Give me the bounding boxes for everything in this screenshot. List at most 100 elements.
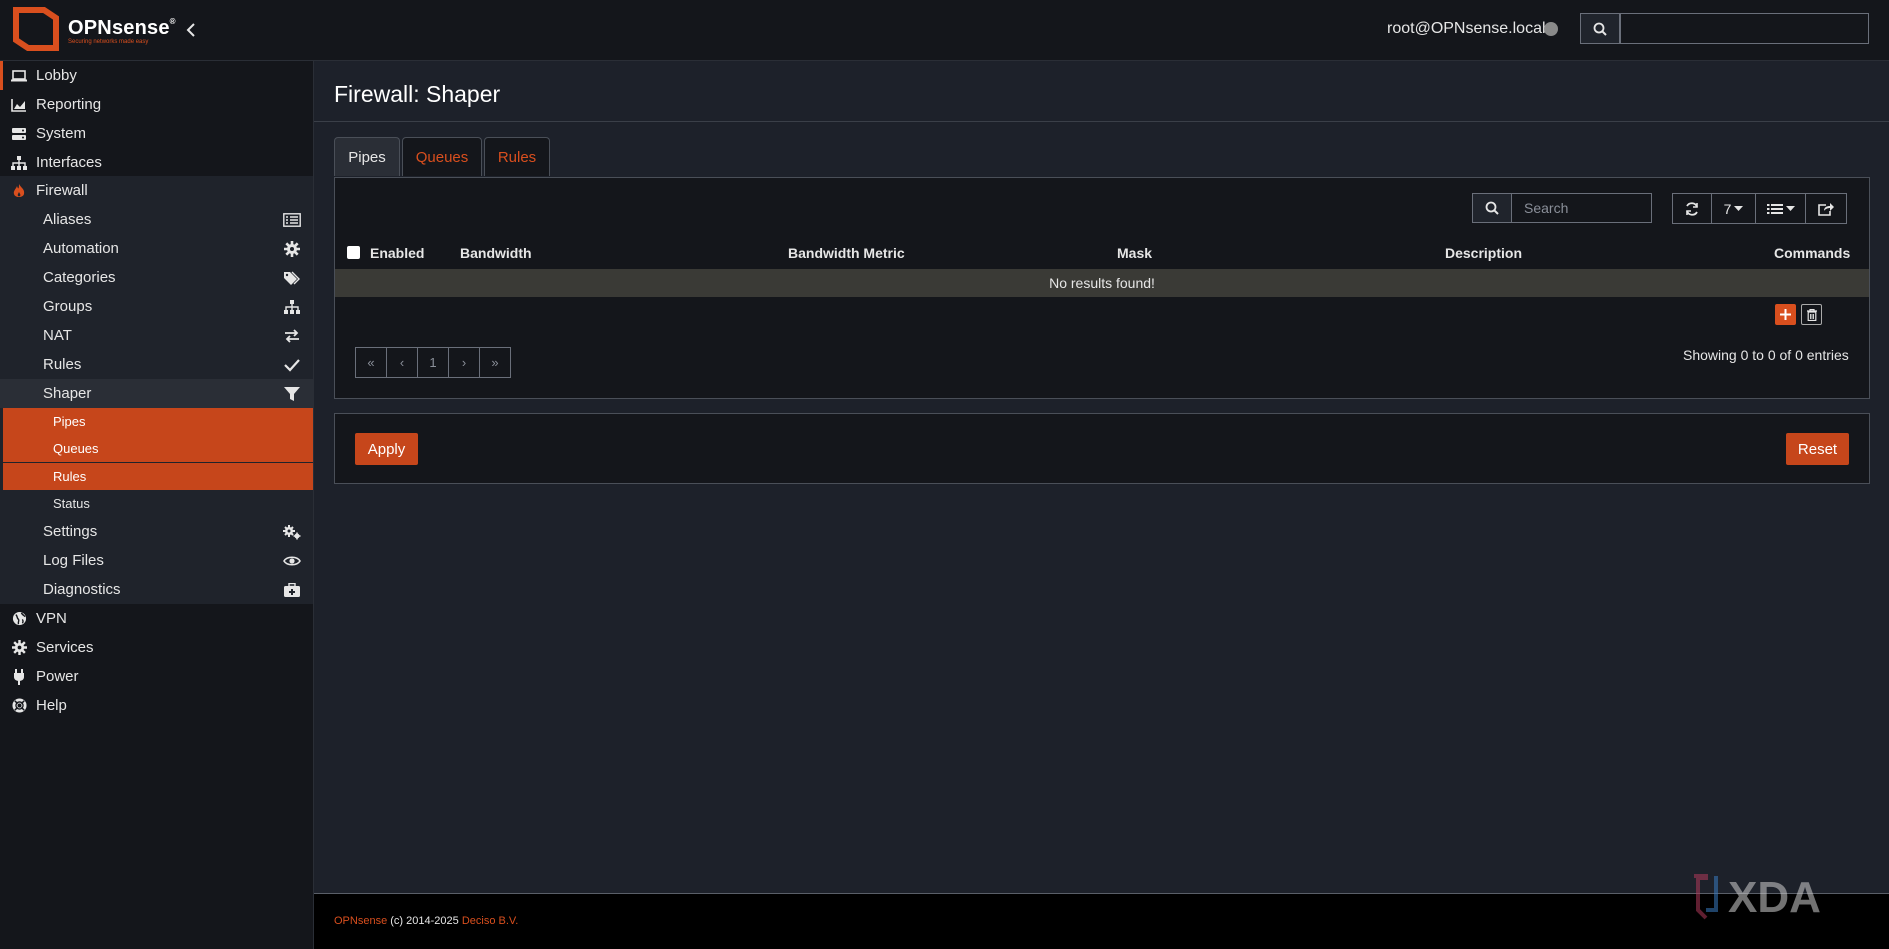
tab-pipes[interactable]: Pipes <box>334 137 400 176</box>
page-size-dropdown[interactable]: 7 <box>1711 193 1756 224</box>
brand-tagline: Securing networks made easy <box>68 39 149 45</box>
plug-icon <box>14 668 24 685</box>
grid-search-input[interactable] <box>1511 193 1652 223</box>
sidebar-item-interfaces[interactable]: Interfaces <box>0 148 313 177</box>
gears-icon <box>283 524 301 539</box>
sidebar-item-shaper-pipes[interactable]: Pipes <box>3 408 313 435</box>
check-icon <box>284 358 300 372</box>
sidebar-item-reporting[interactable]: Reporting <box>0 90 313 119</box>
sidebar: Lobby Reporting System Interfaces Firewa… <box>0 61 314 949</box>
plus-icon <box>1780 309 1791 320</box>
refresh-button[interactable] <box>1672 193 1712 224</box>
globe-icon <box>12 611 26 626</box>
pager-next[interactable]: › <box>449 348 480 377</box>
footer-company-link[interactable]: Deciso B.V. <box>462 915 518 927</box>
sidebar-collapse-icon[interactable] <box>184 20 198 40</box>
brand-name: OPNsense® <box>68 17 176 39</box>
pager-previous[interactable]: ‹ <box>387 348 418 377</box>
opnsense-logo[interactable] <box>10 4 62 54</box>
footer-brand-link[interactable]: OPNsense <box>334 915 387 927</box>
column-header-bandwidth-metric[interactable]: Bandwidth Metric <box>788 245 905 261</box>
column-header-enabled[interactable]: Enabled <box>370 245 424 261</box>
laptop-icon <box>11 69 27 81</box>
footer-copyright: (c) 2014-2025 <box>387 915 462 927</box>
grid-search-button[interactable] <box>1472 193 1512 223</box>
reset-button[interactable]: Reset <box>1786 433 1849 465</box>
tab-rules[interactable]: Rules <box>484 137 550 176</box>
sidebar-item-services[interactable]: Services <box>0 633 313 662</box>
tab-queues[interactable]: Queues <box>402 137 482 176</box>
no-results-row: No results found! <box>335 269 1869 297</box>
pager-page-1[interactable]: 1 <box>418 348 449 377</box>
list-alt-icon <box>283 212 301 227</box>
column-selector-dropdown[interactable] <box>1755 193 1806 224</box>
sidebar-item-categories[interactable]: Categories <box>0 263 313 292</box>
system-status-indicator[interactable] <box>1544 22 1558 36</box>
column-header-commands: Commands <box>1774 245 1851 261</box>
eye-icon <box>283 555 301 566</box>
select-all-checkbox[interactable] <box>347 246 360 259</box>
sidebar-item-shaper[interactable]: Shaper <box>0 379 313 408</box>
user-menu[interactable]: root@OPNsense.local <box>1387 20 1546 38</box>
search-icon <box>1593 22 1607 36</box>
sidebar-item-settings[interactable]: Settings <box>0 517 313 546</box>
pager-last[interactable]: » <box>480 348 510 377</box>
sidebar-item-power[interactable]: Power <box>0 662 313 691</box>
pager-first[interactable]: « <box>356 348 387 377</box>
sitemap-icon <box>11 155 27 170</box>
sidebar-item-rules[interactable]: Rules <box>0 350 313 379</box>
tags-icon <box>284 271 300 285</box>
sitemap-icon <box>284 299 300 314</box>
top-navbar: OPNsense® Securing networks made easy ro… <box>0 0 1889 61</box>
share-square-icon <box>1818 202 1834 216</box>
apply-button[interactable]: Apply <box>355 433 418 465</box>
header-search-button[interactable] <box>1580 13 1620 44</box>
sidebar-item-nat[interactable]: NAT <box>0 321 313 350</box>
entries-info: Showing 0 to 0 of 0 entries <box>1683 347 1849 363</box>
actions-panel <box>334 413 1870 484</box>
search-icon <box>1485 201 1499 215</box>
gear-icon <box>11 640 27 655</box>
fire-icon <box>13 183 25 197</box>
sidebar-item-system[interactable]: System <box>0 119 313 148</box>
area-chart-icon <box>11 98 26 112</box>
list-icon <box>1766 203 1783 214</box>
sidebar-item-shaper-status[interactable]: Status <box>3 490 313 517</box>
caret-down-icon <box>1734 205 1744 211</box>
firewall-submenu: Firewall Aliases Automation Categories G… <box>0 176 313 604</box>
footer-text: OPNsense (c) 2014-2025 Deciso B.V. <box>334 915 518 927</box>
footer <box>314 894 1889 949</box>
sidebar-item-log-files[interactable]: Log Files <box>0 546 313 575</box>
gear-icon <box>284 240 300 257</box>
delete-selected-button[interactable] <box>1801 304 1822 325</box>
sidebar-item-aliases[interactable]: Aliases <box>0 205 313 234</box>
sidebar-item-vpn[interactable]: VPN <box>0 604 313 633</box>
column-header-bandwidth[interactable]: Bandwidth <box>460 245 532 261</box>
sidebar-item-automation[interactable]: Automation <box>0 234 313 263</box>
server-icon <box>12 127 26 140</box>
title-divider <box>314 121 1889 122</box>
xda-watermark-logo: XDA <box>1694 873 1821 922</box>
sidebar-item-shaper-rules[interactable]: Rules <box>3 463 313 490</box>
sidebar-item-firewall[interactable]: Firewall <box>0 176 313 205</box>
sidebar-item-lobby[interactable]: Lobby <box>0 61 316 90</box>
page-title: Firewall: Shaper <box>334 81 501 107</box>
refresh-icon <box>1686 201 1698 216</box>
add-pipe-button[interactable] <box>1775 304 1796 325</box>
header-search-input[interactable] <box>1620 13 1869 44</box>
sidebar-item-diagnostics[interactable]: Diagnostics <box>0 575 313 604</box>
exchange-icon <box>285 328 299 343</box>
sidebar-item-groups[interactable]: Groups <box>0 292 313 321</box>
svg-text:XDA: XDA <box>1728 873 1821 922</box>
filter-icon <box>284 386 300 401</box>
export-button[interactable] <box>1805 193 1847 224</box>
trash-icon <box>1806 308 1817 321</box>
sidebar-item-shaper-queues[interactable]: Queues <box>3 435 313 462</box>
caret-down-icon <box>1785 205 1795 211</box>
medkit-icon <box>284 582 300 597</box>
sidebar-item-help[interactable]: Help <box>0 691 313 720</box>
column-header-description[interactable]: Description <box>1445 245 1522 261</box>
life-ring-icon <box>11 698 27 713</box>
column-header-mask[interactable]: Mask <box>1117 245 1152 261</box>
pagination: « ‹ 1 › » <box>355 347 511 378</box>
